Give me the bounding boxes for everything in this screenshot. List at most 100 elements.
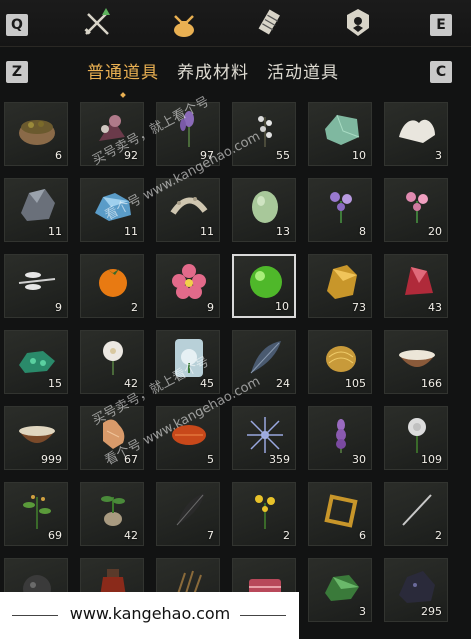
inventory-slot[interactable]: 67 (80, 406, 144, 470)
inventory-slot[interactable]: 11 (156, 178, 220, 242)
black-rock-icon (393, 563, 441, 607)
inventory-slot[interactable]: 6 (308, 482, 372, 546)
inventory-slot[interactable]: 166 (384, 330, 448, 394)
key-hint-e[interactable]: E (430, 14, 452, 36)
key-hint-z[interactable]: Z (6, 61, 28, 83)
inventory-slot[interactable]: 13 (232, 178, 296, 242)
inventory-slot[interactable]: 15 (4, 330, 68, 394)
white-rose-icon (393, 411, 441, 455)
inventory-slot[interactable]: 30 (308, 406, 372, 470)
dragonfly-icon (13, 259, 61, 303)
inventory-slot[interactable]: 5 (156, 406, 220, 470)
pink-flower-icon (393, 183, 441, 227)
item-count: 2 (131, 301, 138, 314)
root-plant-icon (89, 487, 137, 531)
inventory-slot[interactable]: 105 (308, 330, 372, 394)
inventory-slot[interactable]: 7 (156, 482, 220, 546)
item-count: 11 (124, 225, 138, 238)
key-hint-c[interactable]: C (430, 61, 452, 83)
item-count: 30 (352, 453, 366, 466)
item-count: 6 (359, 529, 366, 542)
scroll-icon[interactable] (254, 6, 288, 40)
key-hint-q[interactable]: Q (6, 14, 28, 36)
purple-flower-icon (317, 183, 365, 227)
inventory-slot[interactable]: 42 (80, 482, 144, 546)
tab-label: 活动道具 (267, 63, 339, 83)
item-count: 8 (359, 225, 366, 238)
item-count: 10 (352, 149, 366, 162)
ginseng-icon (89, 411, 137, 455)
inventory-slot[interactable]: 9 (4, 254, 68, 318)
inventory-slot[interactable]: 55 (232, 102, 296, 166)
item-count: 43 (428, 301, 442, 314)
golden-frame-icon (317, 487, 365, 531)
emblem-icon[interactable] (341, 6, 375, 40)
item-count: 13 (276, 225, 290, 238)
inventory-slot[interactable]: 92 (80, 102, 144, 166)
green-orb-icon (242, 260, 290, 304)
inventory-slot[interactable]: 73 (308, 254, 372, 318)
inventory-slot[interactable]: 2 (80, 254, 144, 318)
inventory-slot[interactable]: 109 (384, 406, 448, 470)
inventory-slot[interactable]: 295 (384, 558, 448, 622)
inventory-slot[interactable]: 999 (4, 406, 68, 470)
item-count: 55 (276, 149, 290, 162)
lavender-icon (165, 107, 213, 151)
item-count: 73 (352, 301, 366, 314)
banner-url[interactable]: www.kangehao.com (60, 604, 240, 623)
inventory-slot[interactable]: 3 (384, 102, 448, 166)
inventory-slot[interactable]: 42 (80, 330, 144, 394)
white-coral-icon (393, 107, 441, 151)
inventory-slot[interactable]: 43 (384, 254, 448, 318)
item-count: 11 (48, 225, 62, 238)
item-count: 2 (283, 529, 290, 542)
white-lily-icon (89, 335, 137, 379)
item-count: 359 (269, 453, 290, 466)
item-count: 7 (207, 529, 214, 542)
green-egg-icon (241, 183, 289, 227)
tab-event-items[interactable]: 活动道具 (265, 58, 341, 88)
red-shell-icon (165, 411, 213, 455)
pouch-icon[interactable] (167, 6, 201, 40)
green-ore-icon (13, 335, 61, 379)
item-count: 69 (48, 529, 62, 542)
item-count: 999 (41, 453, 62, 466)
inventory-slot[interactable]: 97 (156, 102, 220, 166)
inventory-slot[interactable]: 2 (384, 482, 448, 546)
tab-label: 养成材料 (177, 63, 249, 83)
inventory-slot[interactable]: 8 (308, 178, 372, 242)
yellow-flower-icon (241, 487, 289, 531)
inventory-slot[interactable]: 10 (232, 254, 296, 318)
inventory-slot[interactable]: 2 (232, 482, 296, 546)
inventory-slot[interactable]: 11 (80, 178, 144, 242)
inventory-slot[interactable]: 6 (4, 102, 68, 166)
inventory-slot[interactable]: 359 (232, 406, 296, 470)
inventory-tabs: 普通道具 养成材料 活动道具 (85, 58, 341, 98)
blue-crystal-icon (89, 183, 137, 227)
tab-normal-items[interactable]: 普通道具 (85, 58, 161, 98)
item-count: 166 (421, 377, 442, 390)
persimmon-icon (89, 259, 137, 303)
crossed-swords-icon[interactable] (80, 6, 114, 40)
item-count: 24 (276, 377, 290, 390)
inventory-slot[interactable]: 10 (308, 102, 372, 166)
inventory-slot[interactable]: 20 (384, 178, 448, 242)
item-count: 295 (421, 605, 442, 618)
inventory-slot[interactable]: 11 (4, 178, 68, 242)
site-banner: www.kangehao.com (0, 592, 299, 639)
white-blossom-icon (241, 107, 289, 151)
tab-growth-materials[interactable]: 养成材料 (175, 58, 251, 88)
inventory-slot[interactable]: 45 (156, 330, 220, 394)
needle-icon (393, 487, 441, 531)
inventory-slot[interactable]: 24 (232, 330, 296, 394)
inventory-slot[interactable]: 3 (308, 558, 372, 622)
blue-spiky-flower-icon (241, 411, 289, 455)
inventory-slot[interactable]: 9 (156, 254, 220, 318)
item-count: 10 (275, 300, 289, 313)
item-count: 92 (124, 149, 138, 162)
green-herb-icon (13, 487, 61, 531)
inventory-slot[interactable]: 69 (4, 482, 68, 546)
black-quill-icon (165, 487, 213, 531)
item-count: 105 (345, 377, 366, 390)
item-count: 6 (55, 149, 62, 162)
